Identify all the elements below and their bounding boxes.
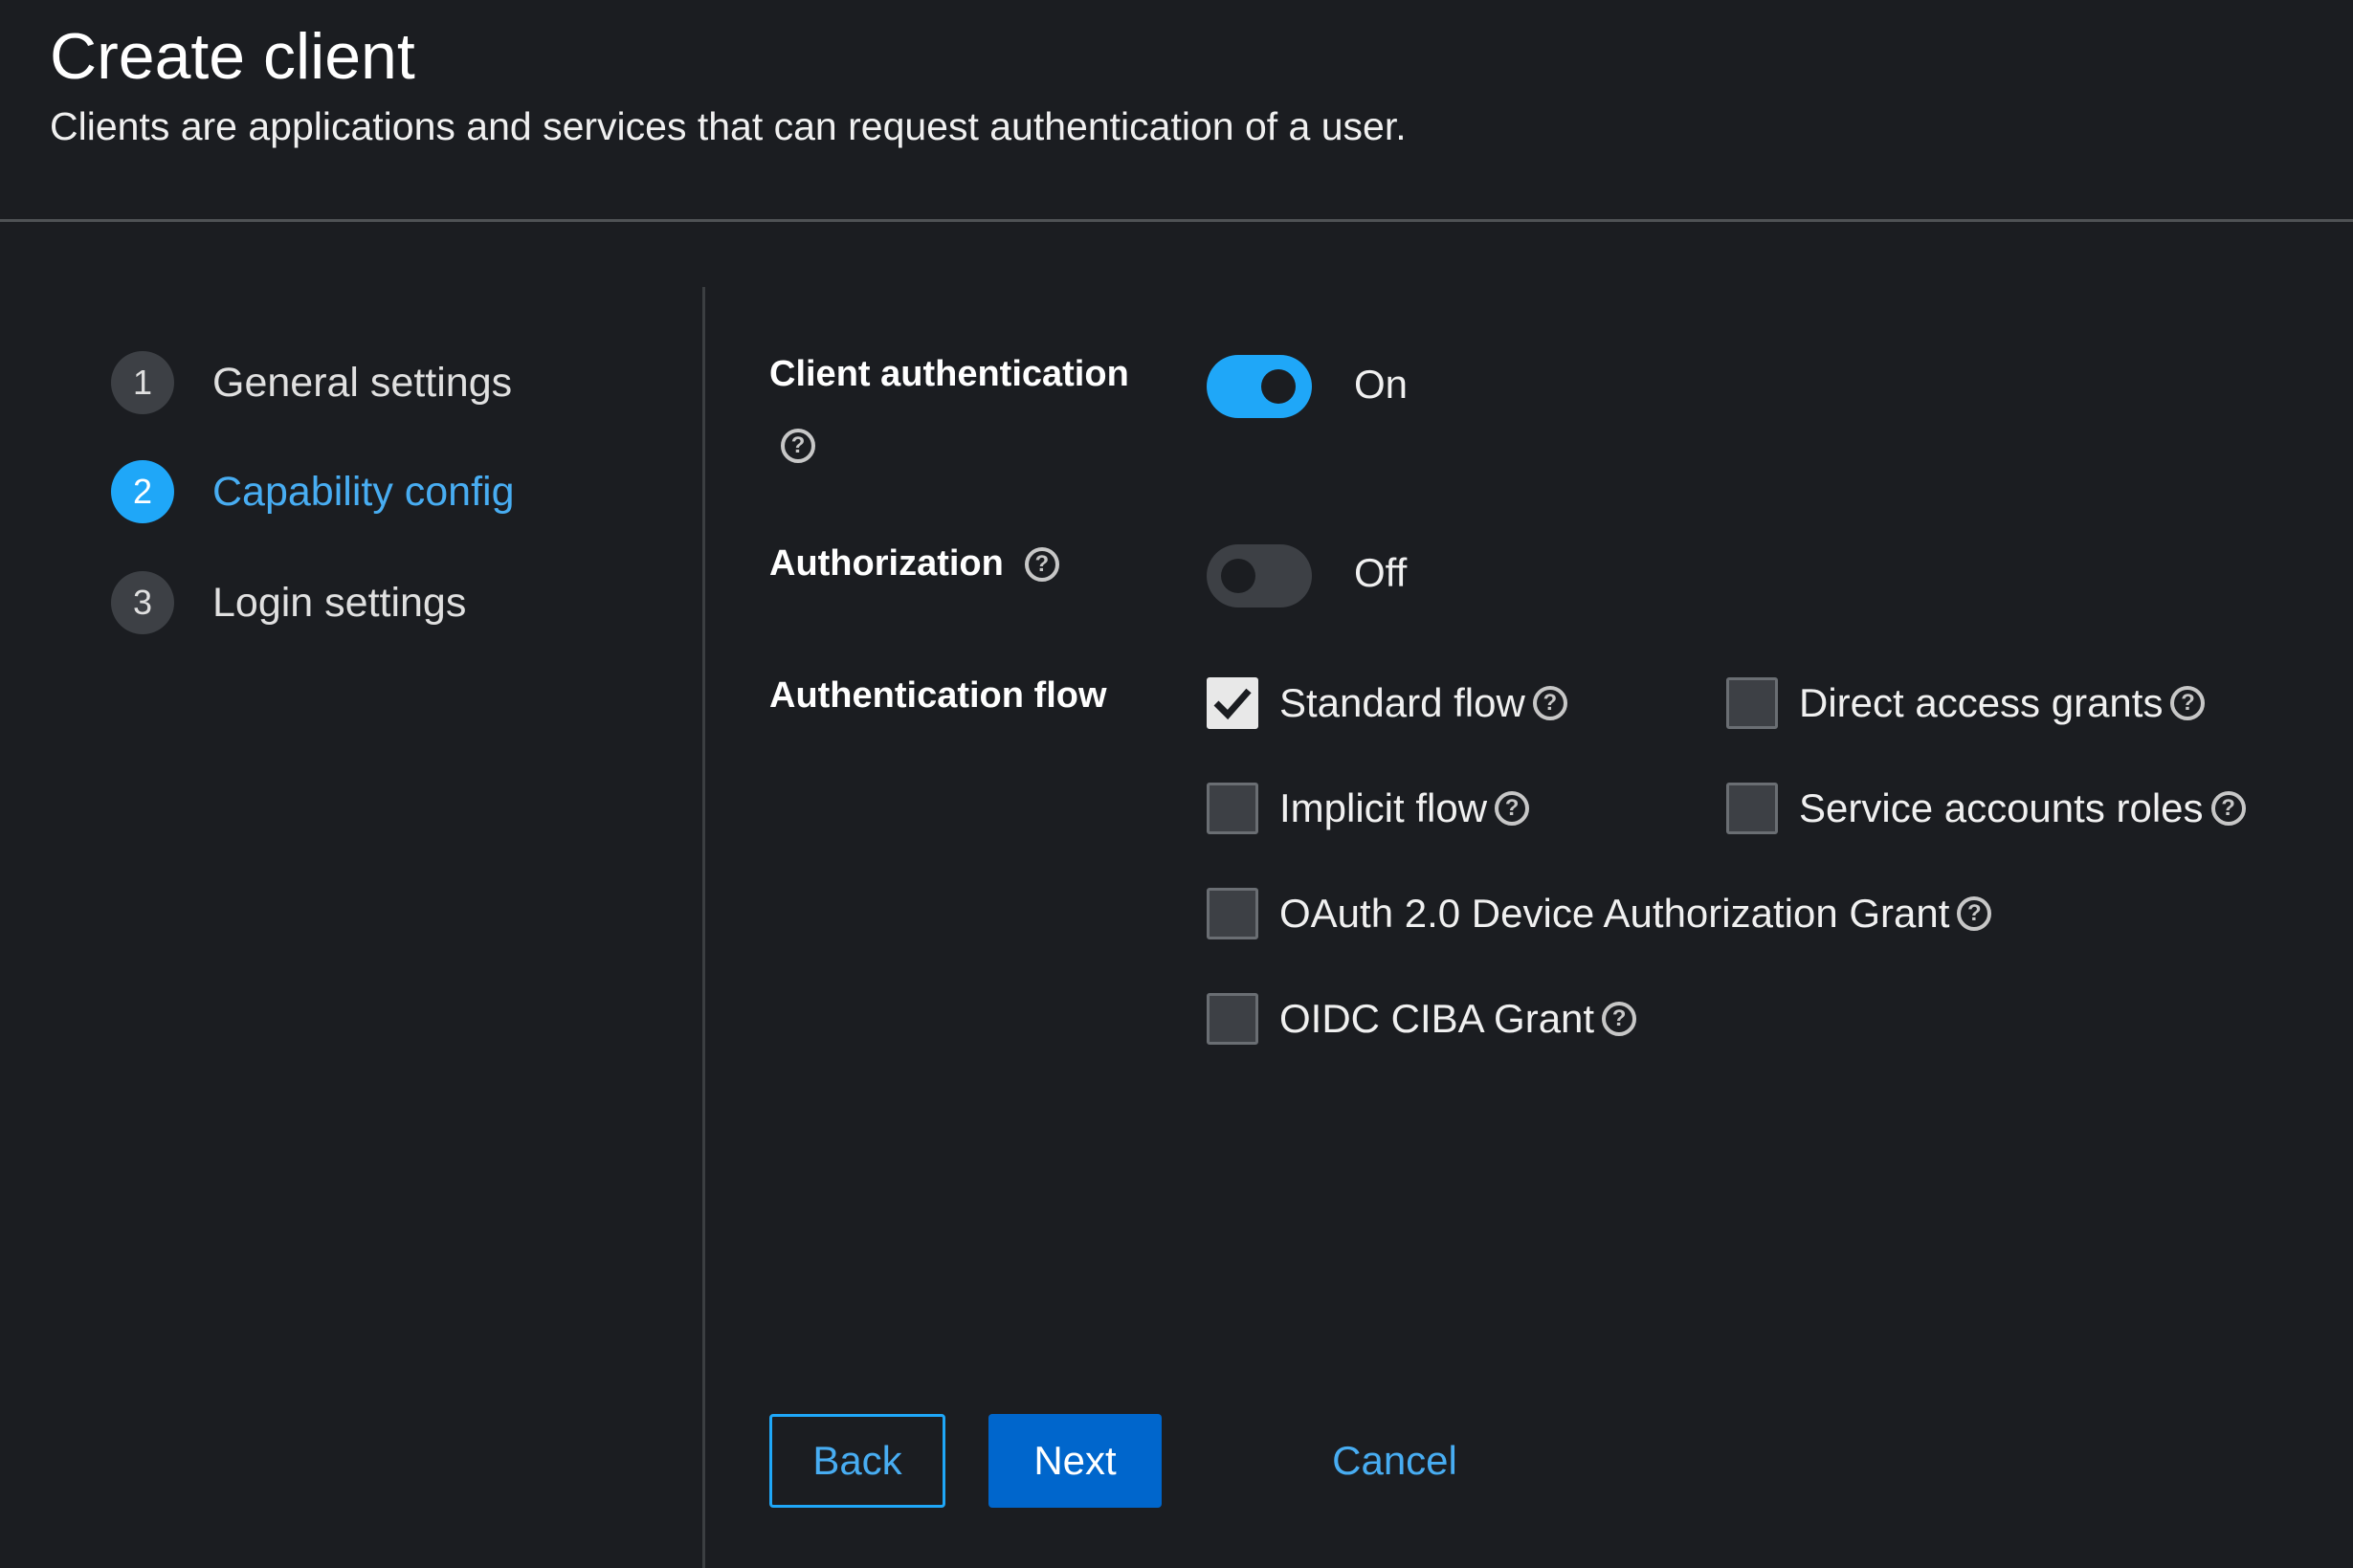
authentication-flow-label: Authentication flow — [769, 675, 1107, 716]
implicit-flow-option: Implicit flow ? — [1207, 781, 1530, 836]
step-label: Login settings — [212, 579, 467, 626]
implicit-flow-label: Implicit flow — [1279, 785, 1488, 830]
help-icon[interactable]: ? — [1532, 686, 1567, 720]
direct-access-grants-option: Direct access grants ? — [1726, 675, 2206, 731]
toggle-knob — [1221, 559, 1255, 593]
step-label: Capability config — [212, 468, 515, 515]
service-accounts-roles-label: Service accounts roles — [1799, 785, 2204, 830]
wizard-divider — [702, 287, 705, 1568]
authorization-label-group: Authorization ? — [769, 543, 1059, 585]
help-icon[interactable]: ? — [781, 429, 815, 463]
next-button[interactable]: Next — [988, 1414, 1162, 1508]
help-icon[interactable]: ? — [2210, 791, 2246, 826]
standard-flow-label: Standard flow — [1279, 680, 1525, 725]
step-number: 2 — [111, 460, 174, 523]
help-icon[interactable]: ? — [1957, 896, 1992, 931]
step-number: 3 — [111, 571, 174, 634]
authorization-label: Authorization — [769, 543, 1004, 584]
oidc-ciba-grant-label: OIDC CIBA Grant — [1279, 996, 1595, 1041]
step-number: 1 — [111, 351, 174, 414]
help-icon[interactable]: ? — [1602, 1002, 1637, 1036]
oauth-device-grant-checkbox[interactable] — [1207, 888, 1258, 939]
oauth-device-grant-label: OAuth 2.0 Device Authorization Grant — [1279, 891, 1950, 936]
help-icon[interactable]: ? — [1024, 546, 1059, 582]
authorization-toggle[interactable] — [1207, 544, 1312, 607]
checkmark-icon — [1213, 688, 1252, 720]
help-icon[interactable]: ? — [1495, 791, 1530, 826]
client-authentication-toggle[interactable] — [1207, 355, 1312, 418]
page-header: Create client Clients are applications a… — [0, 0, 2353, 222]
back-button[interactable]: Back — [769, 1414, 945, 1508]
direct-access-grants-checkbox[interactable] — [1726, 677, 1778, 729]
page-title: Create client — [50, 20, 415, 93]
wizard-step-capability-config[interactable]: 2 Capability config — [111, 459, 515, 524]
direct-access-grants-label: Direct access grants — [1799, 680, 2164, 725]
standard-flow-option: Standard flow ? — [1207, 675, 1567, 731]
implicit-flow-checkbox[interactable] — [1207, 783, 1258, 834]
oidc-ciba-grant-option: OIDC CIBA Grant ? — [1207, 991, 1637, 1047]
oidc-ciba-grant-checkbox[interactable] — [1207, 993, 1258, 1045]
page-subtitle: Clients are applications and services th… — [50, 104, 1407, 148]
authorization-state: Off — [1354, 550, 1408, 595]
client-authentication-label: Client authentication — [769, 354, 1129, 394]
cancel-button[interactable]: Cancel — [1311, 1414, 1478, 1508]
standard-flow-checkbox[interactable] — [1207, 677, 1258, 729]
oauth-device-grant-option: OAuth 2.0 Device Authorization Grant ? — [1207, 886, 1992, 941]
help-icon[interactable]: ? — [2170, 686, 2206, 720]
toggle-knob — [1261, 369, 1296, 404]
client-authentication-state: On — [1354, 362, 1409, 407]
step-label: General settings — [212, 359, 513, 406]
service-accounts-roles-option: Service accounts roles ? — [1726, 781, 2246, 836]
wizard-step-general-settings[interactable]: 1 General settings — [111, 350, 512, 415]
wizard-step-login-settings[interactable]: 3 Login settings — [111, 570, 466, 635]
service-accounts-roles-checkbox[interactable] — [1726, 783, 1778, 834]
